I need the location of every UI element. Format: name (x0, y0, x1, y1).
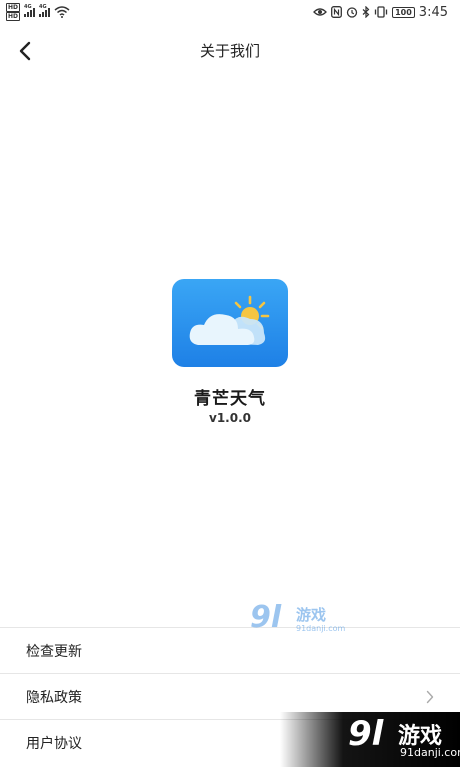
menu-item-check-update[interactable]: 检查更新 (0, 627, 460, 673)
watermark-logo: 9l 游戏 91danji.com (250, 600, 350, 642)
app-version: v1.0.0 (209, 411, 251, 425)
nfc-icon (331, 6, 343, 18)
menu-item-label: 检查更新 (26, 643, 82, 660)
signal-icon-1: 4G (24, 4, 36, 17)
status-time: 3:45 (418, 4, 448, 20)
battery-icon: 100 (392, 6, 415, 18)
status-right: 100 3:45 (313, 5, 448, 20)
watermark-domain: 91danji.com (400, 746, 460, 759)
watermark-corner: 9l 游戏 91danji.com (280, 712, 460, 767)
nav-bar: 关于我们 (0, 28, 460, 74)
hd-badge: HD HD (6, 3, 21, 21)
hd-label-2: HD (6, 12, 21, 21)
network-label-2: 4G (39, 4, 47, 10)
watermark-text: 游戏 (296, 606, 327, 624)
vibrate-icon (374, 6, 388, 18)
hd-label-1: HD (6, 3, 21, 12)
page-title: 关于我们 (199, 42, 260, 60)
signal-icon-2: 4G (39, 4, 51, 17)
watermark-domain: 91danji.com (296, 624, 346, 633)
weather-icon (189, 295, 270, 345)
status-bar: HD HD 4G 4G 100 3:45 (0, 0, 460, 24)
bluetooth-icon (362, 6, 370, 18)
eye-icon (313, 8, 328, 16)
wifi-icon (54, 6, 70, 18)
app-name: 青芒天气 (194, 389, 266, 409)
watermark-logo-mark: 9l (348, 714, 384, 754)
menu-item-label: 用户协议 (26, 735, 82, 752)
alarm-icon (346, 7, 358, 18)
menu-item-label: 隐私政策 (26, 689, 82, 706)
status-left: HD HD 4G 4G (6, 3, 70, 21)
network-label-1: 4G (24, 4, 32, 10)
watermark-logo-mark: 9l (250, 600, 282, 635)
chevron-right-icon (426, 690, 434, 703)
app-logo (172, 279, 288, 367)
